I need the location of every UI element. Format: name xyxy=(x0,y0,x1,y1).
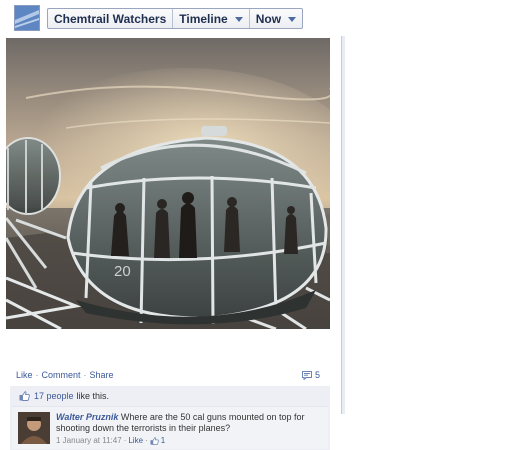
likes-suffix: like this. xyxy=(76,391,110,401)
commenter-avatar[interactable] xyxy=(18,412,50,444)
column-scroll-track[interactable] xyxy=(342,36,345,414)
pod-number-text: 20 xyxy=(114,263,131,280)
comment-bubble-icon xyxy=(302,370,312,380)
post-photo[interactable]: 20 xyxy=(6,38,330,329)
comment-count[interactable]: 5 xyxy=(302,370,320,380)
comment-like-count[interactable]: 1 xyxy=(161,435,165,446)
breadcrumb-page-name[interactable]: Chemtrail Watchers xyxy=(48,9,174,28)
comment-meta: 1 January at 11:47 · Like · 1 xyxy=(56,435,324,446)
sky-thumbnail-icon xyxy=(15,6,39,30)
separator: · xyxy=(123,436,127,445)
comment-link[interactable]: Comment xyxy=(42,370,81,380)
like-link[interactable]: Like xyxy=(16,370,33,380)
time-label: Now xyxy=(255,11,282,26)
thumbs-up-icon xyxy=(150,436,159,445)
comment-item: Walter Pruznik Where are the 50 cal guns… xyxy=(12,406,328,449)
feedback-area: 17 people like this. Walter Pruznik Wher… xyxy=(10,386,330,450)
comment-timestamp: 1 January at 11:47 xyxy=(56,436,122,445)
chevron-down-icon xyxy=(234,16,243,22)
page-name-label: Chemtrail Watchers xyxy=(54,11,167,26)
comment-like-link[interactable]: Like xyxy=(128,435,143,446)
timeline-column: 20 Like · Comment · Share 5 17 people li… xyxy=(4,36,342,450)
share-link[interactable]: Share xyxy=(90,370,114,380)
observation-pod-photo: 20 xyxy=(6,38,330,329)
timeline-dropdown[interactable]: Timeline xyxy=(173,9,250,28)
timeline-label: Timeline xyxy=(179,11,228,26)
commenter-photo-icon xyxy=(18,412,50,444)
separator: · xyxy=(35,370,39,380)
separator: · xyxy=(145,436,148,445)
likers-link[interactable]: 17 people xyxy=(34,391,74,401)
comment-count-value: 5 xyxy=(315,370,321,380)
page-avatar[interactable] xyxy=(14,5,40,31)
separator: · xyxy=(83,370,87,380)
breadcrumb: Chemtrail Watchers Timeline Now xyxy=(47,8,304,29)
time-dropdown[interactable]: Now xyxy=(250,9,302,28)
chevron-down-icon xyxy=(288,16,297,22)
likes-summary: 17 people like this. xyxy=(10,386,330,406)
thumbs-up-icon xyxy=(19,391,30,401)
post-actions: Like · Comment · Share xyxy=(16,370,114,380)
comment-body: Walter Pruznik Where are the 50 cal guns… xyxy=(56,412,324,446)
